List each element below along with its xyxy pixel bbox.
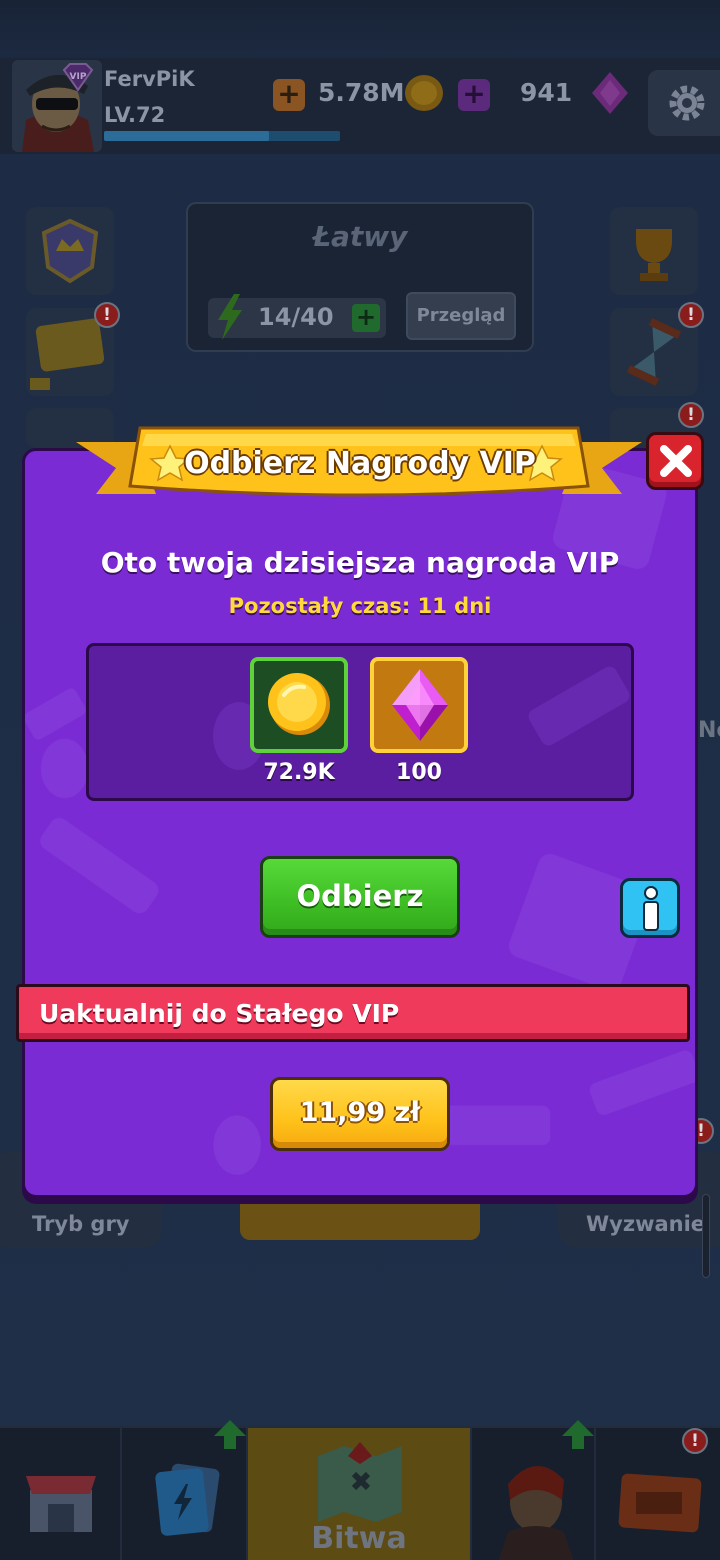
- pass-alert-icon: !: [94, 302, 120, 328]
- gear-icon: [666, 82, 708, 128]
- coins-amount: 5.78M: [318, 78, 405, 107]
- nav-battle-label: Bitwa: [311, 1521, 407, 1556]
- tickets-icon: [614, 1468, 706, 1542]
- event-alert-icon: !: [678, 302, 704, 328]
- heroes-icon: [492, 1454, 578, 1560]
- map-icon: [310, 1438, 410, 1534]
- bottom-nav: Bitwa !: [0, 1420, 720, 1560]
- cards-upgrade-icon: [214, 1420, 246, 1449]
- reward-coin-amount: 72.9K: [263, 760, 335, 785]
- close-icon: [656, 441, 696, 485]
- coin-icon: [402, 72, 446, 118]
- shop-icon: [24, 1466, 98, 1540]
- reward-coin-tile: [250, 657, 348, 753]
- vip-badge-icon: VIP: [60, 62, 96, 92]
- nav-battle[interactable]: Bitwa: [248, 1428, 472, 1560]
- close-button[interactable]: [646, 432, 704, 490]
- upgrade-label: Uaktualnij do Stałego VIP: [39, 999, 400, 1028]
- rewards-box-pattern: [213, 666, 630, 770]
- reward-gem-tile: [370, 657, 468, 753]
- missions-alert-icon: !: [678, 402, 704, 428]
- leaderboard-button[interactable]: [610, 207, 698, 295]
- player-name: FervPiK: [104, 67, 195, 91]
- energy-counter: 14/40 +: [208, 294, 386, 340]
- rewards-box: [86, 643, 634, 801]
- partial-offscreen-label: No: [698, 718, 720, 743]
- add-coins-button[interactable]: +: [273, 79, 305, 111]
- nav-shop[interactable]: [0, 1428, 122, 1560]
- mode-panel: Łatwy 14/40 + Przegląd: [186, 202, 534, 352]
- xp-fill: [104, 131, 270, 141]
- game-mode-label: Tryb gry: [32, 1212, 130, 1236]
- claim-button[interactable]: Odbierz: [260, 856, 460, 938]
- gems-amount: 941: [520, 78, 573, 107]
- heroes-upgrade-icon: [562, 1420, 594, 1449]
- gem-icon: [388, 667, 452, 747]
- settings-button[interactable]: [648, 70, 720, 136]
- nav-cards[interactable]: [122, 1420, 248, 1560]
- challenge-label: Wyzwanie: [586, 1212, 706, 1236]
- coin-icon: [266, 671, 332, 741]
- add-energy-button[interactable]: +: [352, 304, 380, 332]
- player-level: LV.72: [104, 103, 166, 127]
- lightning-icon: [212, 292, 248, 346]
- reward-gem-amount: 100: [396, 760, 442, 785]
- energy-value: 14/40: [258, 303, 334, 331]
- info-icon: [640, 886, 662, 936]
- buy-vip-button[interactable]: 11,99 zł: [270, 1077, 450, 1151]
- scrollbar[interactable]: [702, 1194, 710, 1278]
- nav-tickets[interactable]: !: [596, 1428, 720, 1560]
- tickets-alert-icon: !: [682, 1428, 708, 1454]
- add-gems-button[interactable]: +: [458, 79, 490, 111]
- difficulty-label: Łatwy: [312, 220, 408, 253]
- svg-text:VIP: VIP: [70, 72, 87, 82]
- clan-button[interactable]: [26, 207, 114, 295]
- review-button[interactable]: Przegląd: [406, 292, 516, 340]
- modal-title: Odbierz Nagrody VIP: [184, 446, 536, 481]
- time-left-label: Pozostały czas: 11 dni: [228, 594, 492, 618]
- xp-bar: [104, 131, 340, 141]
- nav-heroes[interactable]: [472, 1420, 596, 1560]
- cards-icon: [146, 1458, 226, 1542]
- modal-subtitle: Oto twoja dzisiejsza nagroda VIP: [100, 546, 620, 579]
- upgrade-banner[interactable]: Uaktualnij do Stałego VIP: [16, 984, 690, 1042]
- info-button[interactable]: [620, 878, 680, 938]
- gem-icon: [588, 70, 632, 120]
